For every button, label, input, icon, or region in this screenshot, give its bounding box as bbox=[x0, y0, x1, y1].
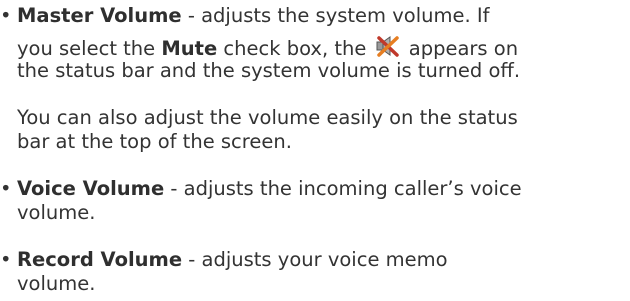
record-volume-desc: - adjusts your voice memo bbox=[182, 248, 448, 271]
text-segment: the status bar and the system volume is … bbox=[17, 59, 521, 82]
text-segment: appears on bbox=[402, 37, 519, 60]
mute-term: Mute bbox=[161, 37, 218, 60]
master-volume-desc: - adjusts the system volume. If bbox=[181, 4, 490, 27]
text-segment: volume. bbox=[17, 201, 96, 224]
text-segment: volume. bbox=[17, 272, 96, 295]
bullet: • bbox=[0, 4, 12, 27]
bullet: • bbox=[0, 177, 12, 200]
muted-speaker-icon bbox=[375, 35, 401, 57]
record-volume-line-1: • Record Volume - adjusts your voice memo bbox=[0, 248, 448, 272]
text-segment: bar at the top of the screen. bbox=[17, 130, 292, 153]
record-volume-line-2: volume. bbox=[17, 272, 95, 296]
master-volume-line-3: the status bar and the system volume is … bbox=[17, 59, 520, 83]
text-segment: You can also adjust the volume easily on… bbox=[17, 106, 518, 129]
master-volume-line-2: you select the Mute check box, the appea… bbox=[17, 35, 518, 61]
voice-volume-term: Voice Volume bbox=[17, 177, 165, 200]
voice-volume-line-1: • Voice Volume - adjusts the incoming cal… bbox=[0, 177, 522, 201]
note-line-1: You can also adjust the volume easily on… bbox=[17, 106, 518, 130]
voice-volume-desc: - adjusts the incoming caller’s voice bbox=[164, 177, 522, 200]
record-volume-term: Record Volume bbox=[17, 248, 183, 271]
note-line-2: bar at the top of the screen. bbox=[17, 130, 292, 154]
text-segment: check box, the bbox=[217, 37, 373, 60]
bullet: • bbox=[0, 248, 12, 271]
voice-volume-line-2: volume. bbox=[17, 201, 95, 225]
master-volume-line-1: • Master Volume - adjusts the system volu… bbox=[0, 4, 490, 28]
text-segment: you select the bbox=[17, 37, 162, 60]
master-volume-term: Master Volume bbox=[17, 4, 182, 27]
